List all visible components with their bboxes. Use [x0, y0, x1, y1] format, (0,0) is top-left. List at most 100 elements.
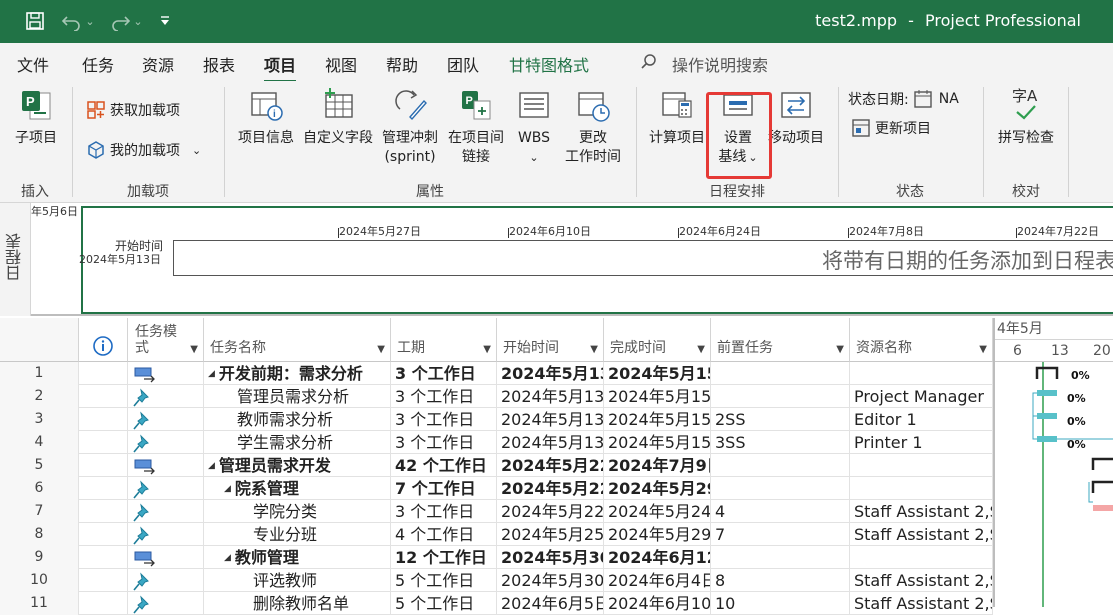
task-name-cell[interactable]: 学院分类	[204, 500, 391, 523]
indicator-cell[interactable]	[79, 500, 128, 523]
start-cell[interactable]: 2024年5月30	[497, 546, 604, 569]
indicator-cell[interactable]	[79, 523, 128, 546]
start-cell[interactable]: 2024年5月25	[497, 523, 604, 546]
duration-cell[interactable]: 3 个工作日	[391, 408, 497, 431]
duration-cell[interactable]: 5 个工作日	[391, 569, 497, 592]
task-mode-cell[interactable]	[128, 546, 204, 569]
predecessors-cell[interactable]: 2SS	[711, 408, 850, 431]
tab-gantt-format[interactable]: 甘特图格式	[509, 52, 589, 76]
filter-dropdown-icon[interactable]: ▼	[190, 344, 198, 355]
customize-qat-icon[interactable]	[154, 8, 176, 34]
undo-icon[interactable]: ⌄	[58, 8, 98, 34]
table-row[interactable]: 9 ◢ 教师管理 12 个工作日 2024年5月30 2024年6月12	[0, 546, 993, 569]
column-header-finish[interactable]: 完成时间 ▼	[604, 318, 711, 362]
table-row[interactable]: 6 ◢ 院系管理 7 个工作日 2024年5月22 2024年5月29	[0, 477, 993, 500]
duration-cell[interactable]: 7 个工作日	[391, 477, 497, 500]
change-working-time-button[interactable]: 更改 工作时间	[560, 87, 626, 167]
column-header-task-mode[interactable]: 任务模 式 ▼	[128, 318, 204, 362]
filter-dropdown-icon[interactable]: ▼	[836, 344, 844, 355]
indicator-cell[interactable]	[79, 569, 128, 592]
column-header-task-name[interactable]: 任务名称 ▼	[204, 318, 391, 362]
tab-task[interactable]: 任务	[82, 52, 114, 76]
wbs-button[interactable]: WBS ⌄	[510, 87, 558, 167]
task-mode-cell[interactable]	[128, 523, 204, 546]
update-project-button[interactable]: 更新项目	[851, 118, 931, 138]
indicator-cell[interactable]	[79, 546, 128, 569]
duration-cell[interactable]: 5 个工作日	[391, 592, 497, 615]
predecessors-cell[interactable]	[711, 546, 850, 569]
task-name-cell[interactable]: ◢ 开发前期：需求分析	[204, 362, 391, 385]
duration-cell[interactable]: 3 个工作日	[391, 385, 497, 408]
resources-cell[interactable]: Staff Assistant 2,S	[850, 592, 993, 615]
finish-cell[interactable]: 2024年6月4日	[604, 569, 711, 592]
table-row[interactable]: 3 教师需求分析 3 个工作日 2024年5月13 2024年5月15 2SS Editor…	[0, 408, 993, 431]
predecessors-cell[interactable]	[711, 454, 850, 477]
table-row[interactable]: 2 管理员需求分析 3 个工作日 2024年5月13 2024年5月15 Project …	[0, 385, 993, 408]
filter-dropdown-icon[interactable]: ▼	[590, 344, 598, 355]
duration-cell[interactable]: 12 个工作日	[391, 546, 497, 569]
finish-cell[interactable]: 2024年5月15	[604, 431, 711, 454]
search-icon[interactable]	[640, 53, 658, 75]
tab-team[interactable]: 团队	[447, 52, 479, 76]
redo-dropdown-icon[interactable]: ⌄	[133, 15, 142, 28]
gantt-chart[interactable]: 4年5月 6 13 20 0% 0% 0% 0%	[993, 318, 1113, 607]
tab-help[interactable]: 帮助	[386, 52, 418, 76]
status-date-button[interactable]: 状态日期: NA	[848, 89, 959, 109]
indicator-cell[interactable]	[79, 408, 128, 431]
task-name-cell[interactable]: ◢ 院系管理	[204, 477, 391, 500]
finish-cell[interactable]: 2024年6月10	[604, 592, 711, 615]
my-addins-button[interactable]: 我的加载项 ⌄	[86, 140, 201, 160]
resources-cell[interactable]: Editor 1	[850, 408, 993, 431]
duration-cell[interactable]: 3 个工作日	[391, 431, 497, 454]
predecessors-cell[interactable]	[711, 477, 850, 500]
duration-cell[interactable]: 3 个工作日	[391, 500, 497, 523]
task-name-cell[interactable]: 学生需求分析	[204, 431, 391, 454]
resources-cell[interactable]	[850, 546, 993, 569]
table-row[interactable]: 7 学院分类 3 个工作日 2024年5月22 2024年5月24 4 Staff Assi…	[0, 500, 993, 523]
duration-cell[interactable]: 4 个工作日	[391, 523, 497, 546]
start-cell[interactable]: 2024年5月13	[497, 408, 604, 431]
indicator-cell[interactable]	[79, 454, 128, 477]
undo-dropdown-icon[interactable]: ⌄	[85, 15, 94, 28]
tab-file[interactable]: 文件	[17, 52, 49, 76]
resources-cell[interactable]	[850, 477, 993, 500]
save-icon[interactable]	[22, 8, 48, 34]
start-cell[interactable]: 2024年5月22	[497, 454, 604, 477]
timeline-box[interactable]: 2024年5月27日 2024年6月10日 2024年6月24日 2024年7月…	[79, 206, 1113, 314]
chevron-down-icon[interactable]: ⌄	[529, 151, 538, 164]
table-row[interactable]: 11 删除教师名单 5 个工作日 2024年6月5日 2024年6月10 10 Staff …	[0, 592, 993, 615]
table-row[interactable]: 1 ◢ 开发前期：需求分析 3 个工作日 2024年5月13 2024年5月15	[0, 362, 993, 385]
finish-cell[interactable]: 2024年5月29	[604, 477, 711, 500]
finish-cell[interactable]: 2024年5月15	[604, 385, 711, 408]
timeline-bar[interactable]: 将带有日期的任务添加到日程表	[173, 240, 1113, 276]
collapse-icon[interactable]: ◢	[224, 484, 231, 494]
start-cell[interactable]: 2024年5月13	[497, 385, 604, 408]
manage-sprints-button[interactable]: 管理冲刺 (sprint)	[378, 87, 442, 167]
project-info-button[interactable]: i 项目信息	[234, 87, 298, 148]
finish-cell[interactable]: 2024年5月24	[604, 500, 711, 523]
indicator-cell[interactable]	[79, 385, 128, 408]
predecessors-cell[interactable]: 7	[711, 523, 850, 546]
resources-cell[interactable]	[850, 454, 993, 477]
resources-cell[interactable]: Printer 1	[850, 431, 993, 454]
links-between-projects-button[interactable]: P 在项目间 链接	[444, 87, 508, 167]
custom-fields-button[interactable]: 自定义字段	[300, 87, 376, 148]
filter-dropdown-icon[interactable]: ▼	[979, 344, 987, 355]
tab-view[interactable]: 视图	[325, 52, 357, 76]
column-header-indicators[interactable]	[79, 318, 128, 362]
resources-cell[interactable]: Staff Assistant 2,S	[850, 569, 993, 592]
column-header-predecessors[interactable]: 前置任务 ▼	[711, 318, 850, 362]
task-mode-cell[interactable]	[128, 592, 204, 615]
finish-cell[interactable]: 2024年7月9日	[604, 454, 711, 477]
indicator-cell[interactable]	[79, 362, 128, 385]
task-name-cell[interactable]: 管理员需求分析	[204, 385, 391, 408]
move-project-button[interactable]: 移动项目	[764, 87, 828, 148]
task-mode-cell[interactable]	[128, 431, 204, 454]
finish-cell[interactable]: 2024年5月29	[604, 523, 711, 546]
finish-cell[interactable]: 2024年5月15	[604, 362, 711, 385]
indicator-cell[interactable]	[79, 431, 128, 454]
finish-cell[interactable]: 2024年6月12	[604, 546, 711, 569]
subproject-button[interactable]: P 子项目	[8, 87, 64, 148]
chevron-down-icon[interactable]: ⌄	[192, 144, 201, 157]
get-addins-button[interactable]: 获取加载项	[86, 100, 180, 120]
